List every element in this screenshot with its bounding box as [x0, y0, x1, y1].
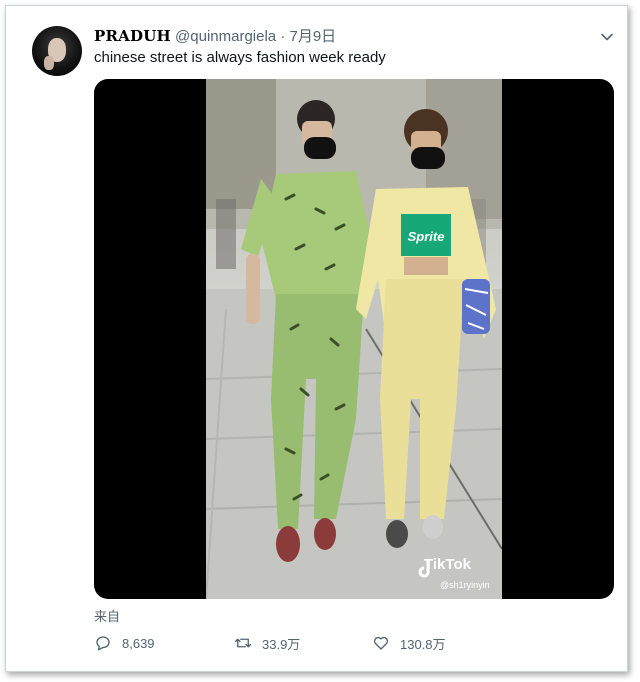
display-name[interactable]: PRADUH	[94, 27, 171, 45]
like-button[interactable]: 130.8万	[372, 633, 446, 653]
avatar[interactable]	[32, 26, 82, 76]
reply-icon	[96, 636, 110, 651]
tiktok-username: @sh1ryinyin	[440, 580, 490, 590]
street-scene-image: Sprite	[206, 79, 502, 599]
source-label: 来自	[94, 609, 121, 624]
reply-count: 8,639	[122, 635, 155, 651]
like-count: 130.8万	[400, 636, 446, 652]
shirt-logo: Sprite	[408, 229, 445, 244]
retweet-icon	[234, 638, 252, 648]
avatar-hand	[44, 56, 54, 70]
header-separator: ·	[280, 28, 286, 45]
street-photo: Sprite	[206, 79, 502, 599]
user-handle[interactable]: @quinmargiela	[175, 28, 276, 45]
heart-icon	[373, 636, 389, 650]
tweet-date[interactable]: 7月9日	[290, 28, 337, 45]
retweet-count: 33.9万	[262, 636, 301, 652]
reply-button[interactable]: 8,639	[94, 633, 155, 653]
chevron-down-icon[interactable]	[599, 29, 615, 45]
retweet-button[interactable]: 33.9万	[234, 633, 300, 653]
tiktok-watermark: TikTok	[424, 556, 471, 573]
tweet-header: PRADUH @quinmargiela · 7月9日	[94, 27, 336, 46]
screenshot-frame: PRADUH @quinmargiela · 7月9日 chinese stre…	[5, 5, 628, 672]
tweet-text: chinese street is always fashion week re…	[94, 49, 386, 66]
tweet-media-video[interactable]: Sprite TikTok @sh1ryinyin	[94, 79, 614, 599]
